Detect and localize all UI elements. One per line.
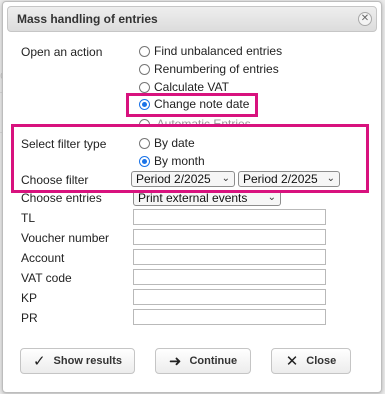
option-label: Renumbering of entries (154, 62, 279, 76)
highlight-filter-section (11, 124, 369, 193)
show-results-button[interactable]: ✓ Show results (20, 348, 135, 374)
dialog-content: Open an action Find unbalanced entries R… (3, 2, 381, 392)
action-option-renumbering[interactable]: Renumbering of entries (139, 61, 279, 77)
pr-input[interactable] (133, 309, 326, 325)
voucher-number-label: Voucher number (21, 231, 110, 245)
action-option-find-unbalanced[interactable]: Find unbalanced entries (139, 43, 282, 59)
chevron-down-icon: ⌄ (267, 192, 276, 203)
radio-icon[interactable] (139, 81, 150, 93)
radio-icon[interactable] (139, 45, 150, 57)
option-label: Calculate VAT (154, 80, 229, 94)
tl-label: TL (21, 211, 36, 225)
button-label: Continue (189, 355, 238, 367)
pr-label: PR (21, 311, 38, 325)
voucher-number-input[interactable] (133, 229, 326, 245)
arrow-right-icon: ➜ (168, 352, 182, 370)
button-label: Close (306, 355, 337, 367)
option-label: Find unbalanced entries (154, 44, 283, 58)
kp-label: KP (21, 291, 38, 305)
close-button[interactable]: ✕ Close (271, 348, 351, 374)
radio-icon[interactable] (139, 63, 150, 75)
entries-label: Choose entries (21, 191, 102, 205)
continue-button[interactable]: ➜ Continue (155, 348, 251, 374)
kp-input[interactable] (133, 289, 326, 305)
account-input[interactable] (133, 249, 326, 265)
filter-section-mask (14, 187, 366, 190)
account-label: Account (21, 251, 65, 265)
select-value: Print external events (138, 191, 248, 205)
close-icon: ✕ (285, 352, 299, 370)
highlight-change-note-date (126, 93, 258, 117)
action-label: Open an action (21, 45, 103, 59)
vat-code-label: VAT code (21, 271, 72, 285)
tl-input[interactable] (133, 209, 326, 225)
checkmark-icon: ✓ (32, 352, 46, 370)
vat-code-input[interactable] (133, 269, 326, 285)
button-label: Show results (53, 355, 123, 367)
mass-handling-dialog: Mass handling of entries ✕ Open an actio… (2, 1, 382, 393)
